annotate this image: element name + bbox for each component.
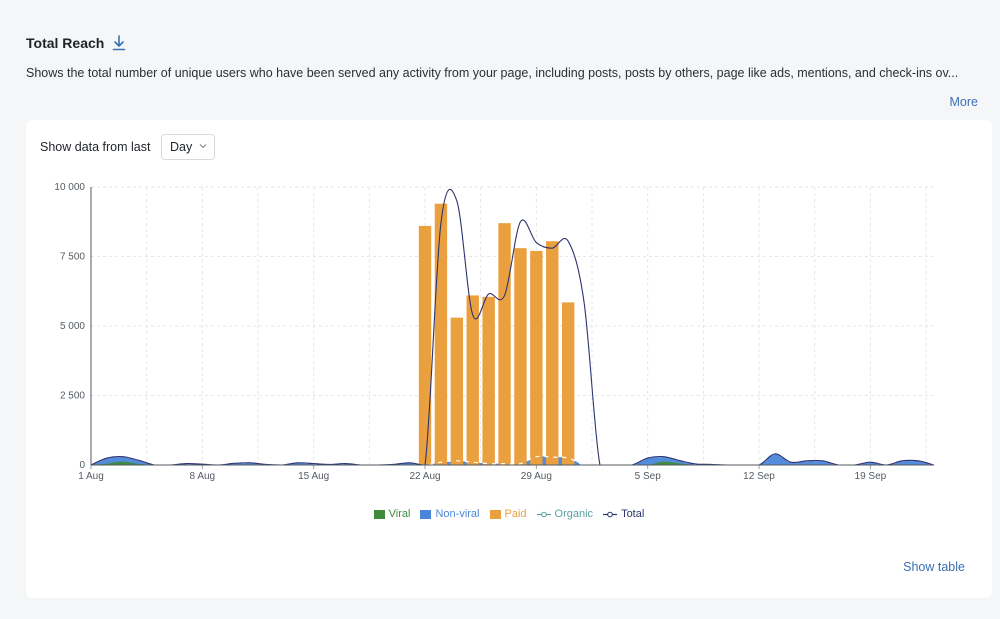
bar-paid <box>530 250 543 465</box>
x-tick-label: 12 Sep <box>743 471 775 482</box>
legend-label-viral: Viral <box>388 508 411 520</box>
legend-swatch-paid <box>489 509 501 519</box>
legend-item-total[interactable]: Total <box>603 508 644 520</box>
legend-line-total-icon <box>603 511 618 517</box>
bar-paid <box>418 225 432 465</box>
legend-item-viral[interactable]: Viral <box>373 508 411 520</box>
y-tick-label: 5 000 <box>60 321 85 332</box>
bar-paid <box>561 302 575 465</box>
reach-chart: 0 2 500 5 000 7 500 10 000 1 Aug 8 Aug 15 Aug 22… <box>54 182 935 482</box>
y-tick-label: 2 500 <box>60 391 85 402</box>
x-tick-label: 19 Sep <box>855 471 887 482</box>
legend-label-nonviral: Non-viral <box>435 508 480 520</box>
y-tick-label: 10 000 <box>54 182 85 193</box>
chart-description: Shows the total number of unique users w… <box>26 66 959 80</box>
x-tick-label: 8 Aug <box>190 471 216 482</box>
bar-paid <box>466 295 479 465</box>
bar-paid <box>434 203 448 465</box>
bar-paid <box>482 296 495 465</box>
x-tick-label: 1 Aug <box>78 471 104 482</box>
bar-paid <box>450 317 464 465</box>
x-tick-label: 22 Aug <box>409 471 440 482</box>
legend-label-organic: Organic <box>554 508 594 520</box>
chart-card: Show data from last Day 02 500 5 000 7 500… <box>26 120 992 598</box>
page-title: Total Reach <box>26 35 105 51</box>
legend-swatch-viral <box>373 509 385 519</box>
x-tick-label: 15 Aug <box>298 471 329 482</box>
line-total <box>90 188 935 466</box>
legend-label-paid: Paid <box>504 508 527 520</box>
legend-swatch-nonviral <box>420 509 432 519</box>
legend-item-nonviral[interactable]: Non-viral <box>420 508 480 520</box>
download-icon[interactable] <box>112 35 126 51</box>
legend-line-organic-icon <box>536 511 551 517</box>
x-tick-label: 29 Aug <box>521 471 552 482</box>
legend-label-total: Total <box>621 508 645 520</box>
area-nonviral <box>91 453 934 465</box>
y-tick-label: 0 <box>79 460 85 471</box>
show-table-link[interactable]: Show table <box>903 560 965 574</box>
legend-item-paid[interactable]: Paid <box>489 508 527 520</box>
chart-legend: Viral Non-viral Paid Organic Total <box>26 508 992 520</box>
bar-paid <box>498 223 511 465</box>
legend-item-organic[interactable]: Organic <box>536 508 594 520</box>
bar-paid <box>546 241 559 465</box>
x-tick-label: 5 Sep <box>635 471 662 482</box>
y-tick-label: 7 500 <box>60 252 85 263</box>
section-header: Total Reach <box>26 35 126 51</box>
bar-paid <box>514 248 527 465</box>
more-link[interactable]: More <box>950 95 978 109</box>
